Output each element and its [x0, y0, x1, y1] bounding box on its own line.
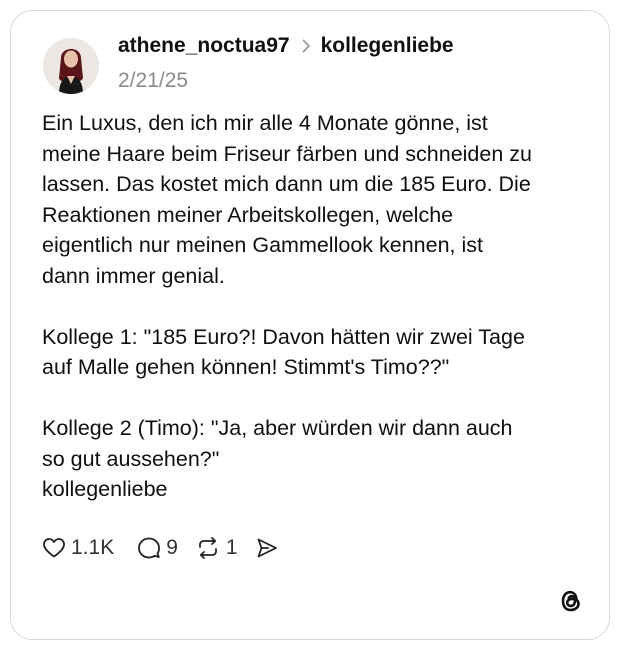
- share-button[interactable]: [255, 536, 279, 560]
- post-paragraph: Kollege 2 (Timo): "Ja, aber würden wir d…: [42, 416, 513, 501]
- reply-count: 9: [166, 536, 178, 559]
- avatar-image: [43, 38, 99, 94]
- username[interactable]: athene_noctua97: [118, 34, 290, 58]
- repost-count: 1: [225, 536, 238, 559]
- post-card: athene_noctua97 kollegenliebe 2/21/25 Ei…: [10, 10, 610, 640]
- like-button[interactable]: 1.1K: [42, 536, 114, 560]
- repost-arrows-icon: [198, 537, 217, 559]
- chevron-right-icon: [302, 39, 311, 53]
- avatar[interactable]: [43, 38, 99, 94]
- repost-button[interactable]: 1: [195, 536, 238, 560]
- reply-button[interactable]: 9: [137, 536, 178, 560]
- post-paragraph: Kollege 1: "185 Euro?! Davon hätten wir …: [42, 324, 525, 380]
- like-count: 1.1K: [71, 536, 115, 559]
- action-bar: 1.1K 9 1: [42, 536, 279, 560]
- post-date[interactable]: 2/21/25: [118, 69, 188, 93]
- heart-icon: [43, 538, 65, 558]
- threads-logo-icon: [557, 587, 585, 615]
- speech-bubble-icon: [138, 537, 161, 559]
- send-icon: [257, 538, 277, 558]
- community-link[interactable]: kollegenliebe: [321, 34, 454, 58]
- post-paragraph: Ein Luxus, den ich mir alle 4 Monate gön…: [42, 111, 532, 288]
- post-header: athene_noctua97 kollegenliebe: [118, 34, 454, 58]
- post-text: Ein Luxus, den ich mir alle 4 Monate gön…: [42, 108, 582, 505]
